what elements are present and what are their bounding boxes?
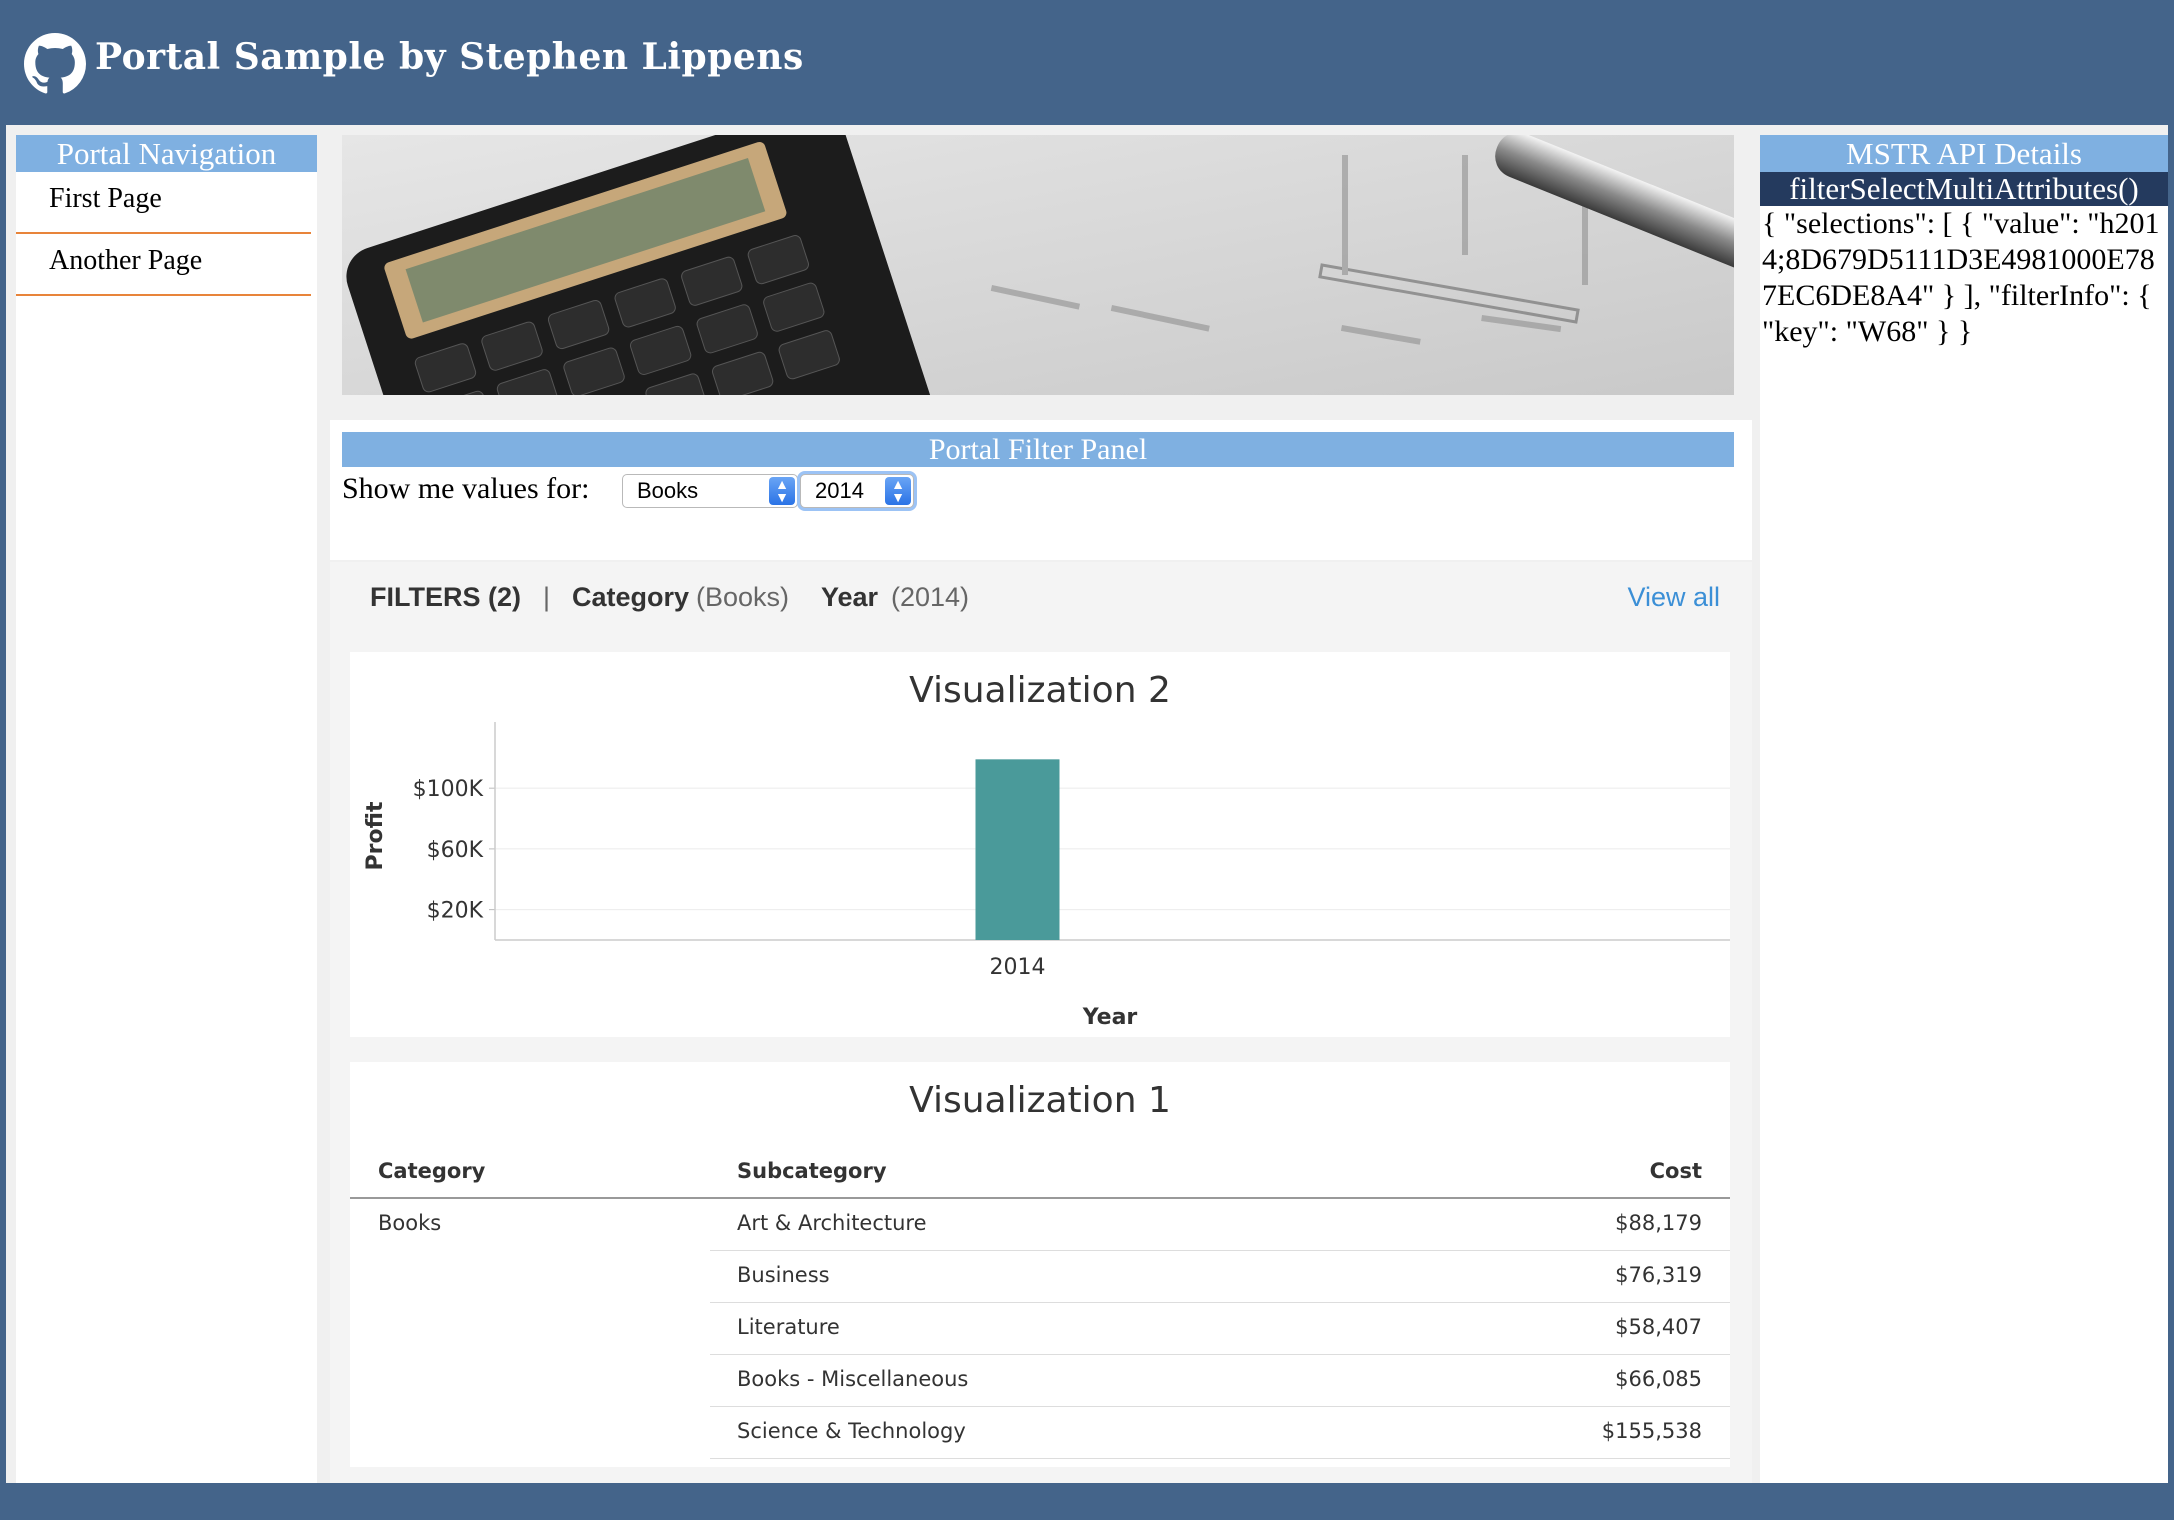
hero-image-calculator — [342, 135, 1734, 395]
y-tick-label: $100K — [413, 777, 484, 802]
cell-subcategory: Science & Technology — [737, 1419, 966, 1443]
filters-count[interactable]: FILTERS (2) — [370, 582, 521, 613]
app-title: Portal Sample by Stephen Lippens — [95, 36, 804, 78]
filters-separator: | — [543, 582, 551, 612]
bar-2014[interactable] — [975, 759, 1060, 940]
api-method-name: filterSelectMultiAttributes() — [1760, 172, 2168, 206]
cell-subcategory: Business — [737, 1263, 830, 1287]
filter-category-value: (Books) — [696, 582, 790, 612]
filter-label: Show me values for: — [342, 472, 590, 505]
y-axis-label: Profit — [363, 801, 388, 870]
year-select[interactable]: 2014 ▲ ▼ — [800, 474, 914, 508]
cell-subcategory: Books - Miscellaneous — [737, 1367, 969, 1391]
portal-navigation: Portal Navigation First Page Another Pag… — [16, 135, 317, 1483]
dossier-container: FILTERS (2) | Category (Books) Year (201… — [330, 562, 1752, 1483]
cost-table: Category Subcategory Cost Books Art & Ar… — [350, 1147, 1730, 1459]
profit-bar-chart: $20K $60K $100K 2014 Year Profit — [363, 722, 1730, 1030]
col-header-category[interactable]: Category — [378, 1159, 485, 1183]
nav-item-first-page[interactable]: First Page — [16, 172, 311, 234]
filter-category-name: Category — [572, 582, 690, 612]
table-row: Business $76,319 — [350, 1251, 1730, 1303]
app-header: Portal Sample by Stephen Lippens — [0, 0, 2174, 120]
col-header-subcategory[interactable]: Subcategory — [737, 1159, 887, 1183]
main-content: Portal Filter Panel Show me values for: … — [330, 135, 1752, 1483]
cell-cost: $66,085 — [1615, 1367, 1702, 1391]
viz1-title: Visualization 1 — [909, 1080, 1171, 1121]
table-row: Literature $58,407 — [350, 1303, 1730, 1355]
filter-panel-title: Portal Filter Panel — [342, 432, 1734, 467]
view-all-link[interactable]: View all — [1627, 582, 1720, 613]
category-select-value: Books — [637, 478, 699, 503]
table-header: Category Subcategory Cost — [350, 1147, 1730, 1199]
cell-subcategory: Literature — [737, 1315, 840, 1339]
col-header-cost[interactable]: Cost — [1650, 1159, 1702, 1183]
table-row: Books - Miscellaneous $66,085 — [350, 1355, 1730, 1407]
select-arrows-icon: ▲ ▼ — [769, 477, 795, 505]
y-tick-label: $20K — [427, 899, 484, 924]
y-tick-label: $60K — [427, 838, 484, 863]
x-axis-label: Year — [1082, 1005, 1138, 1030]
category-select[interactable]: Books ▲ ▼ — [622, 474, 798, 508]
api-json-payload: { "selections": [ { "value": "h2014;8D67… — [1762, 207, 2160, 348]
filters-summary-bar: FILTERS (2) | Category (Books) Year (201… — [370, 582, 1720, 622]
filter-year-name: Year — [821, 582, 879, 612]
cell-cost: $155,538 — [1601, 1419, 1702, 1443]
cell-cost: $58,407 — [1615, 1315, 1702, 1339]
mstr-api-details: MSTR API Details filterSelectMultiAttrib… — [1760, 135, 2168, 1483]
visualization-1-card: Visualization 1 Category Subcategory Cos… — [350, 1062, 1730, 1467]
cell-cost: $76,319 — [1615, 1263, 1702, 1287]
cell-category: Books — [378, 1211, 442, 1235]
nav-item-another-page[interactable]: Another Page — [16, 234, 311, 296]
nav-title: Portal Navigation — [16, 135, 317, 172]
cell-cost: $88,179 — [1615, 1211, 1702, 1235]
portal-filter-panel: Portal Filter Panel Show me values for: … — [330, 420, 1752, 560]
page-body: Portal Navigation First Page Another Pag… — [6, 125, 2168, 1483]
filter-year-value: (2014) — [891, 582, 970, 612]
cell-subcategory: Art & Architecture — [737, 1211, 927, 1235]
app-footer — [0, 1483, 2174, 1520]
visualization-2-card: Visualization 2 $20K $60K $100K 2014 Year Pro… — [350, 652, 1730, 1037]
select-arrows-icon: ▲ ▼ — [885, 477, 911, 505]
year-select-value: 2014 — [815, 478, 864, 503]
api-panel-title: MSTR API Details — [1760, 135, 2168, 172]
github-icon[interactable] — [24, 33, 86, 95]
table-row: Books Art & Architecture $88,179 — [350, 1199, 1730, 1251]
x-tick-label: 2014 — [990, 955, 1046, 980]
table-row: Science & Technology $155,538 — [350, 1407, 1730, 1459]
